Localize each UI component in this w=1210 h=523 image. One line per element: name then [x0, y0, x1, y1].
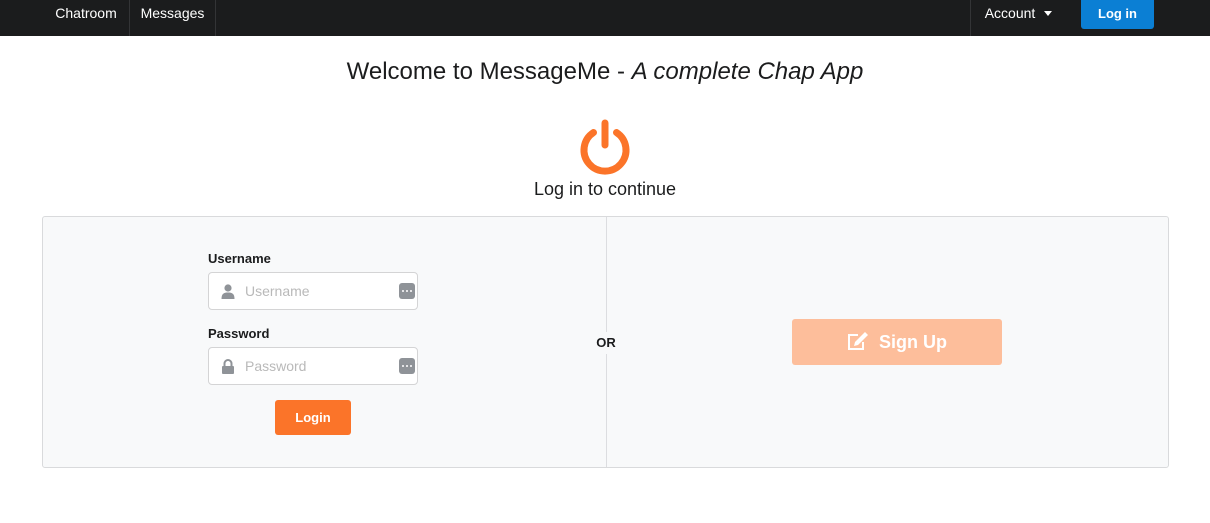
username-field-wrapper	[208, 272, 418, 310]
account-dropdown[interactable]: Account	[970, 0, 1066, 36]
signup-label: Sign Up	[879, 332, 947, 352]
power-icon	[580, 119, 630, 175]
page-title: Welcome to MessageMe - A complete Chap A…	[0, 58, 1210, 86]
login-subtitle: Log in to continue	[533, 179, 677, 199]
account-label: Account	[984, 5, 1036, 21]
login-segment: OR Username Password Login Sign Up	[42, 216, 1169, 468]
page-title-main: Welcome to MessageMe -	[346, 58, 632, 85]
password-label: Password	[208, 326, 270, 341]
username-input[interactable]	[245, 273, 395, 309]
or-divider-label: OR	[591, 332, 621, 354]
nav-item-messages[interactable]: Messages	[130, 0, 216, 36]
password-manager-icon[interactable]	[399, 283, 415, 299]
page-title-tagline: A complete Chap App	[631, 58, 864, 85]
signup-button[interactable]: Sign Up	[792, 319, 1002, 365]
dropdown-caret-icon	[1044, 11, 1053, 16]
login-button[interactable]: Login	[275, 400, 351, 435]
password-field-wrapper	[208, 347, 418, 385]
top-navbar: Chatroom Messages Account Log in	[0, 0, 1210, 36]
nav-login-button[interactable]: Log in	[1081, 0, 1154, 29]
password-manager-icon[interactable]	[399, 358, 415, 374]
edit-icon	[848, 332, 868, 350]
user-icon	[221, 284, 235, 299]
lock-icon	[222, 359, 234, 374]
nav-item-chatroom[interactable]: Chatroom	[43, 0, 130, 36]
password-input[interactable]	[245, 348, 395, 384]
username-label: Username	[208, 251, 271, 266]
